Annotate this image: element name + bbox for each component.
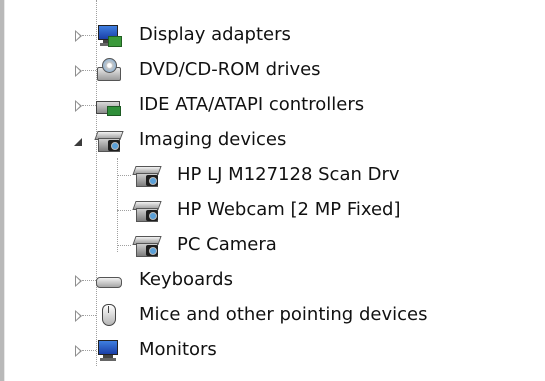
expand-arrow-icon[interactable]	[75, 345, 82, 357]
tree-guide-line	[117, 245, 131, 246]
dvd-drive-icon	[94, 57, 122, 83]
expand-arrow-icon[interactable]	[75, 275, 82, 287]
imaging-device-icon	[132, 197, 162, 223]
ide-controller-icon	[94, 92, 122, 118]
tree-item-imaging-devices[interactable]: Imaging devices	[70, 123, 350, 157]
tree-item-hp-webcam[interactable]: HP Webcam [2 MP Fixed]	[70, 193, 420, 227]
tree-item-label: Keyboards	[139, 269, 233, 290]
tree-guide-line	[117, 210, 131, 211]
collapse-arrow-icon[interactable]	[74, 138, 82, 146]
monitor-icon	[94, 337, 122, 363]
keyboard-icon	[94, 267, 122, 293]
tree-item-pc-camera[interactable]: PC Camera	[70, 228, 370, 262]
tree-guide-line	[117, 175, 131, 176]
tree-item-hp-lj-scan-drv[interactable]: HP LJ M127128 Scan Drv	[70, 158, 420, 192]
expand-arrow-icon[interactable]	[75, 30, 82, 42]
expand-arrow-icon[interactable]	[75, 100, 82, 112]
tree-item-monitors[interactable]: Monitors	[70, 333, 330, 367]
tree-item-mice-and-other-pointing-devices[interactable]: Mice and other pointing devices	[70, 298, 490, 332]
tree-item-keyboards[interactable]: Keyboards	[70, 263, 330, 297]
expand-arrow-icon[interactable]	[75, 65, 82, 77]
tree-item-label: Imaging devices	[139, 129, 287, 150]
display-adapter-icon	[94, 22, 122, 48]
tree-item-label: HP Webcam [2 MP Fixed]	[177, 199, 401, 220]
tree-item-display-adapters[interactable]: Display adapters	[70, 18, 370, 52]
imaging-device-icon	[132, 232, 162, 258]
imaging-device-icon	[94, 127, 124, 153]
tree-item-label: Display adapters	[139, 24, 291, 45]
tree-item-ide-ata-atapi-controllers[interactable]: IDE ATA/ATAPI controllers	[70, 88, 430, 122]
expand-arrow-icon[interactable]	[75, 310, 82, 322]
mouse-icon	[94, 302, 122, 328]
tree-item-label: IDE ATA/ATAPI controllers	[139, 94, 365, 115]
tree-item-label: PC Camera	[177, 234, 277, 255]
imaging-device-icon	[132, 162, 162, 188]
tree-item-label: Mice and other pointing devices	[139, 304, 428, 325]
tree-item-dvd-cd-rom-drives[interactable]: DVD/CD-ROM drives	[70, 53, 390, 87]
device-manager-tree: Display adapters DVD/CD-ROM drives IDE A…	[0, 0, 545, 381]
tree-item-label: DVD/CD-ROM drives	[139, 59, 321, 80]
tree-item-label: Monitors	[139, 339, 217, 360]
tree-item-label: HP LJ M127128 Scan Drv	[177, 164, 400, 185]
